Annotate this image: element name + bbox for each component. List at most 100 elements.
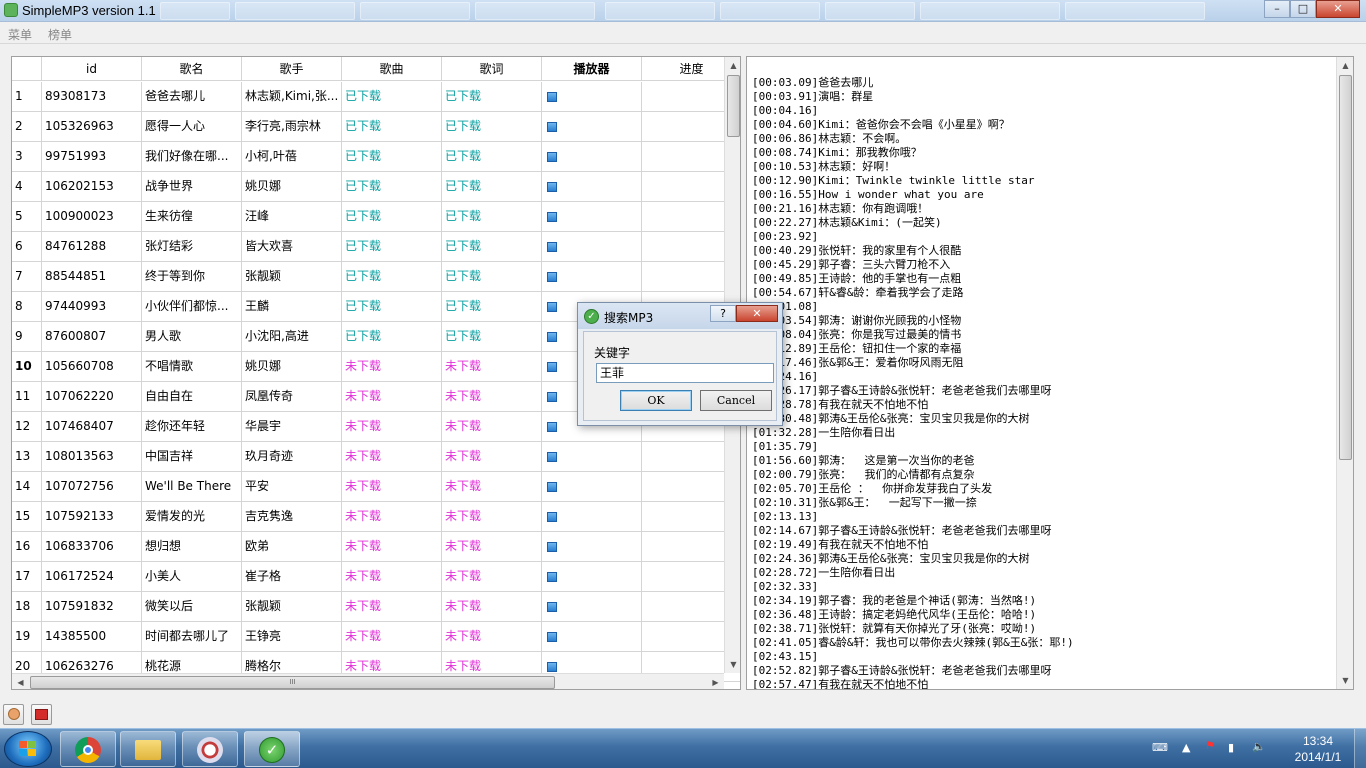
lyrics-panel[interactable]: [00:03.09]爸爸去哪儿 [00:03.91]演唱：群星 [00:04.16]… [746, 56, 1354, 690]
cell-song-status[interactable]: 未下载 [342, 472, 442, 501]
cell-lyric-status[interactable]: 已下载 [442, 142, 542, 171]
cell-lyric-status[interactable]: 已下载 [442, 262, 542, 291]
cell-song-status[interactable]: 已下载 [342, 82, 442, 111]
cell-song-status[interactable]: 已下载 [342, 172, 442, 201]
cell-song-name[interactable]: 愿得一人心 [142, 112, 242, 141]
cell-player[interactable] [542, 442, 642, 471]
cancel-button[interactable]: Cancel [700, 390, 772, 411]
play-icon[interactable] [547, 361, 557, 372]
cell-artist[interactable]: 汪峰 [242, 202, 342, 231]
table-row[interactable]: 15 107592133 爱情发的光 吉克隽逸 未下载 未下载 [12, 502, 740, 532]
cell-id[interactable]: 107072756 [42, 472, 142, 501]
cell-id[interactable]: 89308173 [42, 82, 142, 111]
cell-player[interactable] [542, 592, 642, 621]
cell-lyric-status[interactable]: 未下载 [442, 472, 542, 501]
cell-song-status[interactable]: 已下载 [342, 142, 442, 171]
cell-song-status[interactable]: 已下载 [342, 202, 442, 231]
cell-player[interactable] [542, 202, 642, 231]
table-row[interactable]: 1 89308173 爸爸去哪儿 林志颖,Kimi,张... 已下载 已下载 [12, 82, 740, 112]
lyrics-scrollbar[interactable]: ▲ ▼ [1336, 57, 1353, 689]
cell-song-status[interactable]: 未下载 [342, 352, 442, 381]
scroll-left-arrow-icon[interactable]: ◀ [12, 674, 29, 689]
cell-artist[interactable]: 玖月奇迹 [242, 442, 342, 471]
cell-id[interactable]: 106172524 [42, 562, 142, 591]
cell-song-name[interactable]: 小美人 [142, 562, 242, 591]
menu-item-menu[interactable]: 菜单 [8, 26, 32, 43]
cell-id[interactable]: 88544851 [42, 262, 142, 291]
taskbar-app-tools[interactable] [182, 731, 238, 767]
cell-song-name[interactable]: 生来彷徨 [142, 202, 242, 231]
cell-lyric-status[interactable]: 已下载 [442, 172, 542, 201]
cell-song-status[interactable]: 已下载 [342, 112, 442, 141]
close-button[interactable]: ✕ [1316, 0, 1360, 18]
cell-id[interactable]: 100900023 [42, 202, 142, 231]
cell-song-status[interactable]: 未下载 [342, 382, 442, 411]
cell-artist[interactable]: 吉克隽逸 [242, 502, 342, 531]
show-desktop-button[interactable] [1354, 729, 1366, 768]
cell-song-name[interactable]: 不唱情歌 [142, 352, 242, 381]
cell-artist[interactable]: 凤凰传奇 [242, 382, 342, 411]
play-icon[interactable] [547, 241, 557, 252]
taskbar-app-chrome[interactable] [60, 731, 116, 767]
scroll-up-arrow-icon[interactable]: ▲ [1337, 57, 1353, 74]
cell-player[interactable] [542, 472, 642, 501]
cell-lyric-status[interactable]: 已下载 [442, 292, 542, 321]
network-icon[interactable]: ▮ [1228, 741, 1234, 754]
cell-artist[interactable]: 王铮亮 [242, 622, 342, 651]
cell-player[interactable] [542, 112, 642, 141]
cell-id[interactable]: 105326963 [42, 112, 142, 141]
cell-id[interactable]: 84761288 [42, 232, 142, 261]
column-header-player[interactable]: 播放器 [542, 57, 642, 81]
taskbar-app-explorer[interactable] [120, 731, 176, 767]
cell-song-name[interactable]: 终于等到你 [142, 262, 242, 291]
cell-lyric-status[interactable]: 已下载 [442, 202, 542, 231]
column-header-lyric[interactable]: 歌词 [442, 57, 542, 81]
cell-player[interactable] [542, 82, 642, 111]
table-row[interactable]: 7 88544851 终于等到你 张靓颖 已下载 已下载 [12, 262, 740, 292]
play-icon[interactable] [547, 601, 557, 612]
notification-flag-icon[interactable]: ⚑ [1205, 739, 1215, 752]
cell-lyric-status[interactable]: 未下载 [442, 502, 542, 531]
cell-artist[interactable]: 皆大欢喜 [242, 232, 342, 261]
cell-lyric-status[interactable]: 未下载 [442, 352, 542, 381]
cell-song-name[interactable]: 爱情发的光 [142, 502, 242, 531]
scroll-right-arrow-icon[interactable]: ▶ [707, 674, 724, 689]
cell-lyric-status[interactable]: 未下载 [442, 382, 542, 411]
column-header-id[interactable]: id [42, 57, 142, 81]
cell-lyric-status[interactable]: 未下载 [442, 592, 542, 621]
cell-id[interactable]: 106202153 [42, 172, 142, 201]
cell-player[interactable] [542, 532, 642, 561]
dialog-close-button[interactable]: ✕ [736, 305, 778, 322]
cell-song-name[interactable]: 时间都去哪儿了 [142, 622, 242, 651]
play-icon[interactable] [547, 91, 557, 102]
play-icon[interactable] [547, 661, 557, 672]
horizontal-scroll-thumb[interactable]: III [30, 676, 555, 689]
table-row[interactable]: 16 106833706 想归想 欧弟 未下载 未下载 [12, 532, 740, 562]
scroll-thumb[interactable] [727, 75, 740, 137]
help-button[interactable]: ? [710, 305, 736, 322]
table-row[interactable]: 14 107072756 We'll Be There 平安 未下载 未下载 [12, 472, 740, 502]
system-clock[interactable]: 13:34 2014/1/1 [1288, 733, 1348, 765]
cell-song-name[interactable]: 男人歌 [142, 322, 242, 351]
play-icon[interactable] [547, 121, 557, 132]
play-icon[interactable] [547, 481, 557, 492]
lyrics-scroll-thumb[interactable] [1339, 75, 1352, 460]
cell-song-status[interactable]: 未下载 [342, 592, 442, 621]
cell-id[interactable]: 107592133 [42, 502, 142, 531]
start-button[interactable] [4, 731, 52, 767]
cell-song-name[interactable]: 中国吉祥 [142, 442, 242, 471]
cell-lyric-status[interactable]: 已下载 [442, 82, 542, 111]
taskbar-app-simplemp3[interactable]: ✓ [244, 731, 300, 767]
table-row[interactable]: 6 84761288 张灯结彩 皆大欢喜 已下载 已下载 [12, 232, 740, 262]
minimize-button[interactable]: – [1264, 0, 1290, 18]
play-icon[interactable] [547, 181, 557, 192]
cell-id[interactable]: 97440993 [42, 292, 142, 321]
cell-song-status[interactable]: 已下载 [342, 232, 442, 261]
cell-song-name[interactable]: 小伙伴们都惊... [142, 292, 242, 321]
cell-player[interactable] [542, 262, 642, 291]
cell-song-status[interactable]: 已下载 [342, 322, 442, 351]
maximize-button[interactable]: □ [1290, 0, 1316, 18]
table-row[interactable]: 4 106202153 战争世界 姚贝娜 已下载 已下载 [12, 172, 740, 202]
cell-id[interactable]: 107062220 [42, 382, 142, 411]
cell-player[interactable] [542, 622, 642, 651]
